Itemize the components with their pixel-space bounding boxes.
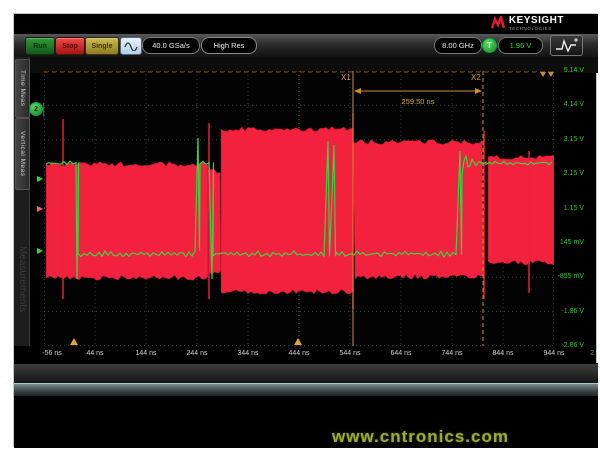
results-body: Measurements MeasurementCurrentMeanMin F… bbox=[14, 396, 598, 448]
trigger-position-triangle[interactable] bbox=[294, 338, 302, 345]
brand-name: KEYSIGHT bbox=[509, 16, 564, 26]
x-axis-label: 144 ns bbox=[126, 350, 166, 357]
rf-burst-block bbox=[46, 162, 208, 281]
title-bar: KEYSIGHT TECHNOLOGIES bbox=[14, 14, 598, 34]
watermark: www.cntronics.com bbox=[332, 427, 509, 447]
x-axis-label: -56 ns bbox=[32, 350, 72, 357]
screenshot-stage: KEYSIGHT TECHNOLOGIES Run Stop Single 40… bbox=[0, 0, 600, 454]
x-axis-label: 44 ns bbox=[75, 350, 115, 357]
x-axis-label: 944 ns bbox=[534, 350, 574, 357]
touch-wave-icon bbox=[124, 41, 138, 51]
x-axis-label: 544 ns bbox=[330, 350, 370, 357]
delta-arrowhead-right bbox=[475, 88, 482, 94]
tab-vertical-meas[interactable]: Vertical Meas bbox=[15, 118, 30, 190]
single-button[interactable]: Single bbox=[85, 37, 119, 55]
y-axis-label: -855 mV bbox=[546, 273, 584, 282]
y-axis-label: 145 mV bbox=[546, 239, 584, 248]
waveform-display[interactable]: X1 X2 259.50 ns bbox=[44, 71, 554, 346]
trigger-level-field[interactable]: 1.96 V bbox=[498, 37, 543, 54]
y-axis-label: -1.86 V bbox=[546, 308, 584, 317]
keysight-spark-icon bbox=[491, 16, 506, 29]
measurements-panel-ghost-label: Measurements bbox=[15, 209, 28, 349]
acquisition-toolbar: Run Stop Single 40.0 GSa/s High Res 8.00… bbox=[14, 34, 598, 58]
x-axis-label: 844 ns bbox=[483, 350, 523, 357]
run-button[interactable]: Run bbox=[25, 37, 55, 55]
y-axis-label: 5.14 V bbox=[546, 67, 584, 76]
delta-arrowhead-left bbox=[354, 88, 361, 94]
pulse-icon bbox=[555, 38, 579, 53]
y-axis-label: 3.15 V bbox=[546, 136, 584, 145]
x-axis-label: 644 ns bbox=[381, 350, 421, 357]
y-axis-label: 4.14 V bbox=[546, 101, 584, 110]
x-axis-label: 444 ns bbox=[279, 350, 319, 357]
bandwidth-field[interactable]: 8.00 GHz bbox=[434, 37, 482, 54]
channel-4-position-marker[interactable]: ▶ bbox=[35, 204, 45, 213]
channel-2-badge[interactable]: 2 bbox=[29, 102, 43, 116]
trigger-level-marker[interactable]: ▶ bbox=[35, 174, 45, 183]
marker-x2-label: X2 bbox=[471, 73, 481, 82]
y-axis-label: 2.15 V bbox=[546, 170, 584, 179]
horizontal-reference-triangle[interactable] bbox=[70, 338, 78, 345]
waveform-setup-button[interactable] bbox=[550, 35, 583, 56]
brand-subtitle: TECHNOLOGIES bbox=[509, 26, 564, 31]
trigger-badge[interactable]: T bbox=[482, 38, 497, 53]
tab-time-meas[interactable]: Time Meas bbox=[15, 59, 30, 118]
channel-2-ground-marker[interactable]: ▶ bbox=[35, 246, 45, 255]
delta-annotation: 259.50 ns bbox=[402, 97, 435, 106]
stop-button[interactable]: Stop bbox=[55, 37, 85, 55]
acquisition-mode-button[interactable]: High Res bbox=[201, 37, 257, 54]
touch-button[interactable] bbox=[120, 37, 142, 55]
x-axis-channel-indicator: 2 bbox=[580, 350, 594, 357]
sample-rate-field[interactable]: 40.0 GSa/s bbox=[142, 37, 200, 54]
x-axis-label: 344 ns bbox=[228, 350, 268, 357]
horizontal-bar: › H 100 ns/ 444.0000 ns bbox=[14, 363, 598, 384]
oscilloscope-window: KEYSIGHT TECHNOLOGIES Run Stop Single 40… bbox=[13, 13, 597, 447]
keysight-logo: KEYSIGHT TECHNOLOGIES bbox=[491, 16, 564, 31]
x-axis-label: 244 ns bbox=[177, 350, 217, 357]
x-axis-label: 744 ns bbox=[432, 350, 472, 357]
y-axis-label: 1.15 V bbox=[546, 205, 584, 214]
rf-burst-block bbox=[488, 155, 554, 265]
marker-x1-label: X1 bbox=[341, 73, 351, 82]
